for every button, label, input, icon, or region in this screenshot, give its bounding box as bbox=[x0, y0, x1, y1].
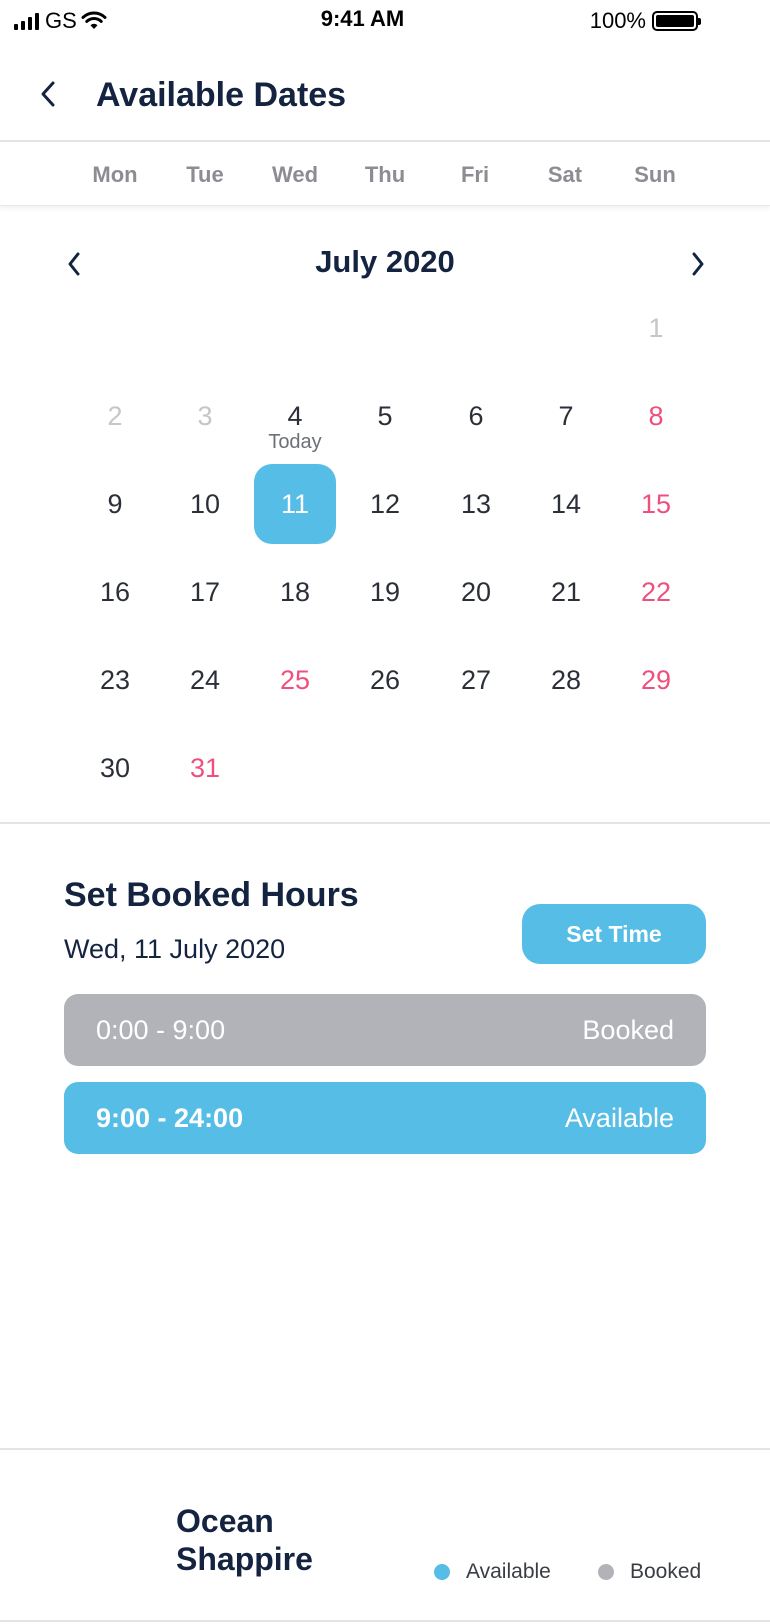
weekday-mon: Mon bbox=[92, 162, 138, 187]
calendar-day-25[interactable]: 25 bbox=[254, 640, 336, 720]
brand-line-2: Shappire bbox=[176, 1541, 313, 1577]
slot-status: Available bbox=[564, 1102, 674, 1133]
brand-line-1: Ocean bbox=[176, 1503, 274, 1539]
weekday-sat: Sat bbox=[547, 162, 583, 187]
calendar-day-16[interactable]: 16 bbox=[74, 552, 156, 632]
section-title: Set Booked Hours bbox=[64, 876, 359, 914]
weekday-row: Mon Tue Wed Thu Fri Sat Sun bbox=[0, 142, 770, 206]
calendar-divider bbox=[0, 822, 770, 824]
calendar-day-15[interactable]: 15 bbox=[615, 464, 697, 544]
legend-available: Available bbox=[434, 1560, 551, 1584]
calendar-day-26[interactable]: 26 bbox=[344, 640, 426, 720]
calendar-day-31[interactable]: 31 bbox=[164, 728, 246, 808]
selected-date: Wed, 11 July 2020 bbox=[64, 934, 286, 964]
calendar-day-5[interactable]: 5 bbox=[344, 376, 426, 456]
weekday-wed: Wed bbox=[271, 162, 319, 187]
calendar-day-14[interactable]: 14 bbox=[525, 464, 607, 544]
weekday-sun: Sun bbox=[634, 162, 676, 187]
today-label: Today bbox=[268, 431, 322, 453]
slot-range: 9:00 - 24:00 bbox=[96, 1102, 244, 1133]
legend-booked: Booked bbox=[598, 1560, 701, 1584]
calendar-day-10[interactable]: 10 bbox=[164, 464, 246, 544]
available-dot-icon bbox=[434, 1564, 450, 1580]
calendar-day-30[interactable]: 30 bbox=[74, 728, 156, 808]
calendar-day-27[interactable]: 27 bbox=[435, 640, 517, 720]
calendar-day-3: 3 bbox=[197, 400, 213, 431]
calendar-day-19[interactable]: 19 bbox=[344, 552, 426, 632]
back-button[interactable] bbox=[30, 76, 66, 112]
booked-dot-icon bbox=[598, 1564, 614, 1580]
set-time-button[interactable]: Set Time bbox=[522, 904, 706, 964]
calendar-day-23[interactable]: 23 bbox=[74, 640, 156, 720]
legend-booked-label: Booked bbox=[630, 1560, 702, 1583]
calendar-day-8[interactable]: 8 bbox=[615, 376, 697, 456]
calendar-day-20[interactable]: 20 bbox=[435, 552, 517, 632]
calendar-day-13[interactable]: 13 bbox=[435, 464, 517, 544]
calendar-day-2: 2 bbox=[107, 400, 123, 431]
calendar-day-7[interactable]: 7 bbox=[525, 376, 607, 456]
battery-icon bbox=[652, 11, 701, 31]
page-title: Available Dates bbox=[96, 76, 347, 114]
calendar-day-12[interactable]: 12 bbox=[344, 464, 426, 544]
calendar-day-17[interactable]: 17 bbox=[164, 552, 246, 632]
footer: Ocean Shappire Available Booked bbox=[0, 1448, 770, 1624]
month-title: July 2020 bbox=[315, 244, 455, 279]
calendar-day-11-selected[interactable]: 11 bbox=[254, 464, 336, 544]
calendar-day-22[interactable]: 22 bbox=[615, 552, 697, 632]
chevron-right-icon bbox=[692, 252, 704, 276]
footer-divider bbox=[0, 1620, 770, 1622]
slot-range: 0:00 - 9:00 bbox=[96, 1014, 226, 1045]
status-right: 100% bbox=[589, 8, 701, 34]
chevron-left-icon bbox=[41, 81, 55, 107]
calendar-day-9[interactable]: 9 bbox=[74, 464, 156, 544]
calendar-day-28[interactable]: 28 bbox=[525, 640, 607, 720]
calendar-day-24[interactable]: 24 bbox=[164, 640, 246, 720]
status-bar: GS 9:41 AM 100% bbox=[0, 0, 770, 40]
time-slot-booked[interactable]: 0:00 - 9:00 Booked bbox=[64, 994, 706, 1066]
calendar-day-6[interactable]: 6 bbox=[435, 376, 517, 456]
weekday-thu: Thu bbox=[364, 162, 406, 187]
header: Available Dates bbox=[0, 56, 770, 142]
legend-available-label: Available bbox=[466, 1560, 551, 1583]
next-month-button[interactable] bbox=[680, 246, 716, 282]
calendar-day-1: 1 bbox=[648, 312, 664, 343]
weekday-tue: Tue bbox=[186, 162, 224, 187]
weekday-fri: Fri bbox=[460, 162, 490, 187]
calendar-day-29[interactable]: 29 bbox=[615, 640, 697, 720]
slot-status: Booked bbox=[582, 1014, 674, 1045]
brand-name: Ocean Shappire bbox=[176, 1502, 313, 1578]
calendar-day-21[interactable]: 21 bbox=[525, 552, 607, 632]
time-slot-available[interactable]: 9:00 - 24:00 Available bbox=[64, 1082, 706, 1154]
calendar-day-18[interactable]: 18 bbox=[254, 552, 336, 632]
battery-percent: 100% bbox=[589, 8, 646, 33]
